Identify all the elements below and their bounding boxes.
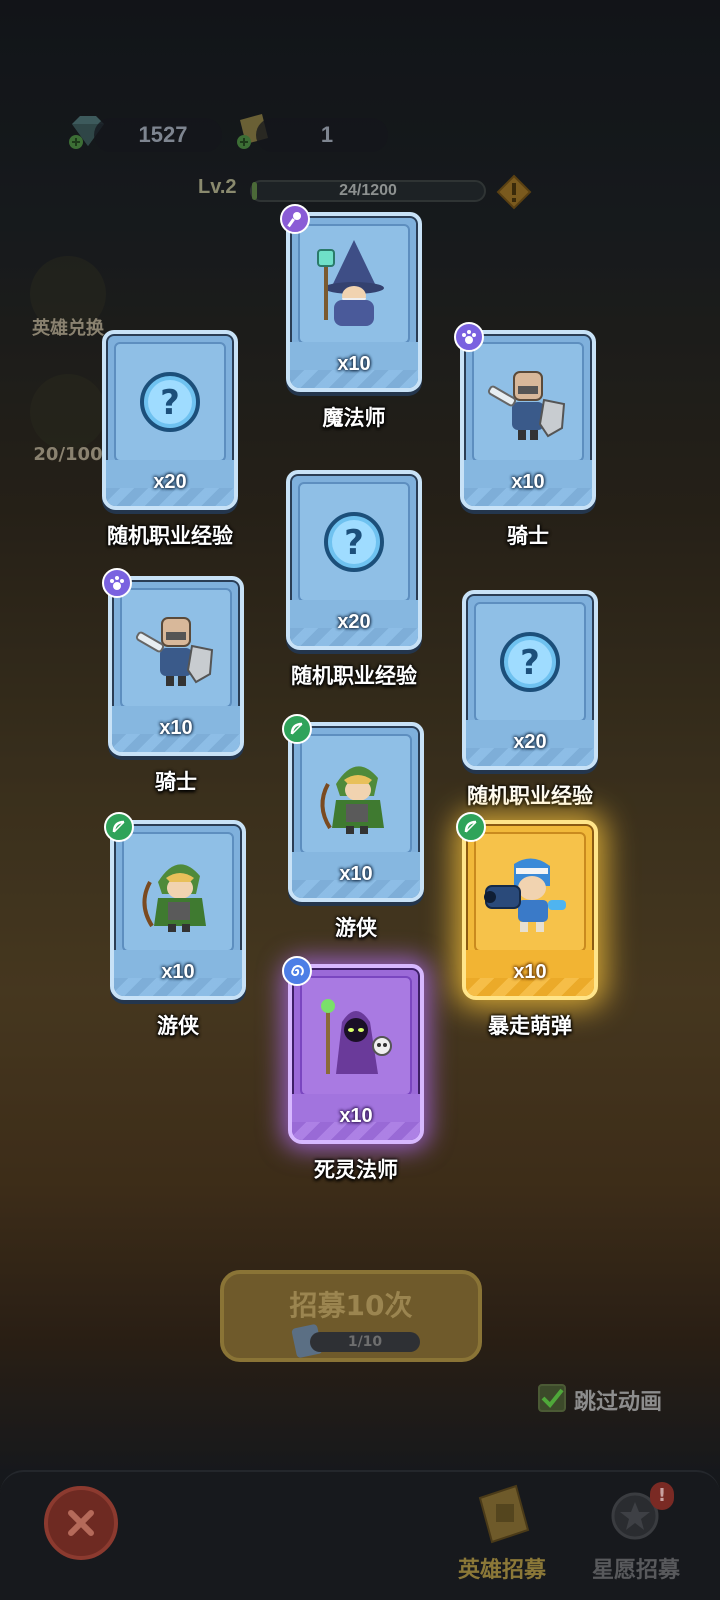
card-count: x10 <box>339 1105 373 1127</box>
knight-class-badge <box>102 568 132 598</box>
card-count: x20 <box>153 471 187 493</box>
recruit-10-label: 招募10次 <box>289 1289 413 1322</box>
paw-icon <box>462 330 476 344</box>
ranger-class-badge <box>456 812 486 842</box>
knight-portrait-icon <box>472 342 584 462</box>
notification-badge: ! <box>650 1482 674 1510</box>
card-name: 骑士 <box>155 770 197 794</box>
mage-class-badge <box>280 204 310 234</box>
card-frame: x10 <box>110 820 246 1000</box>
bow-icon <box>290 722 303 735</box>
card-name: 死灵法师 <box>314 1158 398 1182</box>
knight-class-badge <box>454 322 484 352</box>
card-name: 骑士 <box>507 524 549 548</box>
question-orb-icon: ? <box>114 342 226 462</box>
card-frame: x10 <box>288 964 424 1144</box>
star-progress-button[interactable] <box>30 374 106 450</box>
card-frame: ? x20 <box>286 470 422 650</box>
card-count: x10 <box>161 961 195 983</box>
svg-text:?: ? <box>520 643 540 683</box>
card-count: x10 <box>339 863 373 885</box>
svg-text:?: ? <box>160 383 180 423</box>
reward-card-epic[interactable]: x10 死灵法师 <box>282 956 424 1182</box>
card-frame: ? x20 <box>102 330 238 510</box>
spiral-icon <box>291 965 304 977</box>
card-name: 暴走萌弹 <box>488 1014 572 1038</box>
card-name: 游侠 <box>335 916 377 940</box>
paw-icon <box>110 576 124 590</box>
tab-star-wish-recruit[interactable]: 星愿招募 <box>592 1552 680 1584</box>
ticket-counter[interactable]: 1 <box>256 118 388 152</box>
recruit-progress-bar: 1/10 <box>310 1332 420 1352</box>
gem-count: 1527 <box>138 122 188 147</box>
reward-card-knight[interactable]: x10 骑士 <box>454 322 596 548</box>
reward-card-mage[interactable]: x10 魔法师 <box>280 204 422 430</box>
ranger-portrait-icon <box>300 734 412 854</box>
card-frame: x10 <box>288 722 424 902</box>
gem-counter[interactable]: 1527 <box>94 118 222 152</box>
card-count: x20 <box>513 731 547 753</box>
reward-card-random-exp[interactable]: ? x20 随机职业经验 <box>286 470 422 688</box>
level-label: Lv.2 <box>198 176 237 198</box>
card-frame: x10 <box>286 212 422 392</box>
card-frame: x10 <box>108 576 244 756</box>
hero-recruit-icon[interactable] <box>470 1480 540 1550</box>
ranger-portrait-icon <box>122 832 234 952</box>
skip-animation-label[interactable]: 跳过动画 <box>574 1384 662 1416</box>
tab-hero-recruit[interactable]: 英雄招募 <box>458 1552 546 1584</box>
card-name: 随机职业经验 <box>291 664 417 688</box>
reward-card-random-exp[interactable]: ? x20 随机职业经验 <box>462 590 598 808</box>
ticket-count: 1 <box>320 122 334 147</box>
reward-card-knight[interactable]: x10 骑士 <box>102 568 244 794</box>
skip-animation-checkbox[interactable] <box>538 1384 566 1412</box>
card-frame: x10 <box>462 820 598 1000</box>
bow-icon <box>112 820 125 833</box>
ranger-class-badge <box>282 714 312 744</box>
level-progress-text: 24/1200 <box>339 182 397 199</box>
card-frame: x10 <box>460 330 596 510</box>
recruit-progress-text: 1/10 <box>347 1334 383 1350</box>
question-orb-icon: ? <box>298 482 410 602</box>
wand-icon <box>287 212 301 228</box>
gunner-portrait-icon <box>474 832 586 952</box>
card-count: x10 <box>511 471 545 493</box>
card-name: 游侠 <box>157 1014 199 1038</box>
close-icon <box>68 1510 94 1536</box>
recruit-10-button[interactable]: 招募10次 1/10 <box>220 1270 482 1362</box>
reward-card-ranger[interactable]: x10 游侠 <box>104 812 246 1038</box>
card-name: 魔法师 <box>322 406 386 430</box>
reward-card-random-exp[interactable]: ? x20 随机职业经验 <box>102 330 238 548</box>
card-count: x10 <box>513 961 547 983</box>
level-progress-bar: 24/1200 <box>250 180 486 202</box>
checkmark-icon <box>541 1388 564 1408</box>
knight-portrait-icon <box>120 588 232 708</box>
necromancer-portrait-icon <box>300 976 412 1096</box>
card-count: x10 <box>159 717 193 739</box>
mage-portrait-icon <box>298 224 410 344</box>
reward-card-ranger[interactable]: x10 游侠 <box>282 714 424 940</box>
question-orb-icon: ? <box>474 602 586 722</box>
close-button[interactable] <box>44 1486 118 1560</box>
svg-text:?: ? <box>344 523 364 563</box>
card-frame: ? x20 <box>462 590 598 770</box>
bow-icon <box>464 820 477 833</box>
ranger-class-badge <box>104 812 134 842</box>
reward-card-legendary[interactable]: x10 暴走萌弹 <box>456 812 598 1038</box>
necromancer-class-badge <box>282 956 312 986</box>
card-count: x10 <box>337 353 371 375</box>
card-name: 随机职业经验 <box>107 524 233 548</box>
card-count: x20 <box>337 611 371 633</box>
warning-icon[interactable] <box>496 174 532 210</box>
card-name: 随机职业经验 <box>467 784 593 808</box>
